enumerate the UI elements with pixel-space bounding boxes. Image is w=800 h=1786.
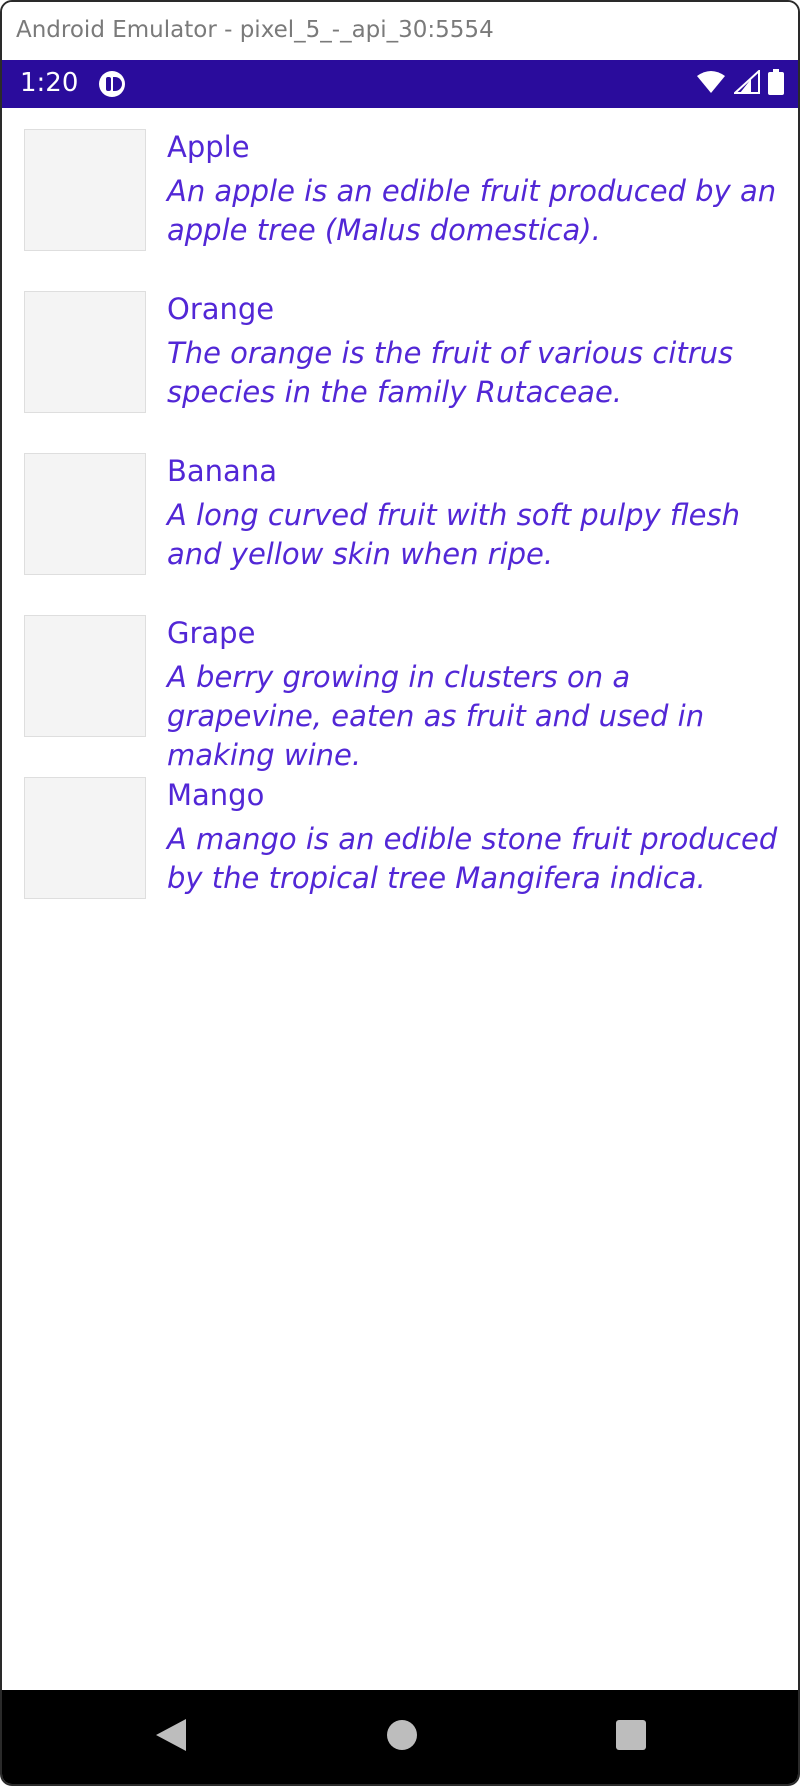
list-item[interactable]: Grape A berry growing in clusters on a g… — [2, 594, 798, 772]
item-image-placeholder — [24, 777, 146, 899]
home-icon[interactable] — [377, 1710, 427, 1760]
item-description: A mango is an edible stone fruit produce… — [167, 822, 778, 895]
item-image-placeholder — [24, 453, 146, 575]
item-title: Orange — [167, 292, 275, 326]
item-title: Apple — [167, 130, 250, 164]
battery-icon — [768, 69, 784, 99]
list-item[interactable]: Apple An apple is an edible fruit produc… — [2, 108, 798, 270]
wifi-icon — [696, 70, 726, 98]
emulator-window: Android Emulator - pixel_5_-_api_30:5554… — [0, 0, 800, 1786]
back-icon[interactable] — [146, 1710, 196, 1760]
item-image-placeholder — [24, 615, 146, 737]
status-time: 1:20 — [20, 68, 79, 98]
list-item[interactable]: Mango A mango is an edible stone fruit p… — [2, 756, 798, 918]
fruit-list[interactable]: Apple An apple is an edible fruit produc… — [2, 108, 798, 1690]
item-title: Mango — [167, 778, 265, 812]
item-description: An apple is an edible fruit produced by … — [167, 174, 777, 247]
item-image-placeholder — [24, 291, 146, 413]
list-item[interactable]: Orange The orange is the fruit of variou… — [2, 270, 798, 432]
navigation-bar — [2, 1690, 798, 1784]
window-title: Android Emulator - pixel_5_-_api_30:5554 — [16, 17, 494, 43]
app-notification-icon — [98, 70, 126, 98]
item-image-placeholder — [24, 129, 146, 251]
item-title: Banana — [167, 454, 277, 488]
list-item[interactable]: Banana A long curved fruit with soft pul… — [2, 432, 798, 594]
signal-icon — [732, 68, 760, 98]
status-icons — [696, 68, 784, 99]
window-titlebar: Android Emulator - pixel_5_-_api_30:5554 — [2, 2, 798, 60]
recents-icon[interactable] — [606, 1710, 656, 1760]
status-bar: 1:20 — [2, 60, 798, 108]
item-description: The orange is the fruit of various citru… — [167, 336, 734, 409]
item-title: Grape — [167, 616, 256, 650]
item-description: A long curved fruit with soft pulpy fles… — [167, 498, 740, 571]
